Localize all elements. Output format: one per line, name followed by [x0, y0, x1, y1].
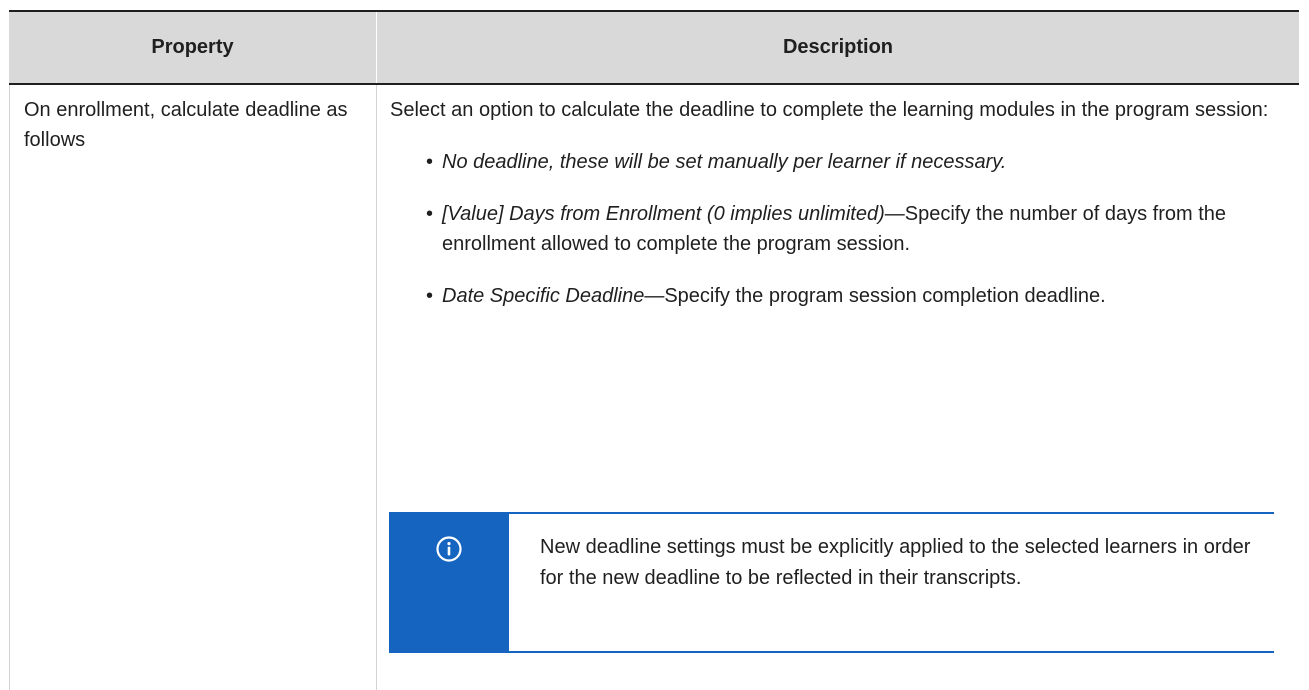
option-term: Date Specific Deadline: [442, 285, 645, 307]
list-item: • [Value] Days from Enrollment (0 implie…: [426, 199, 1280, 259]
column-divider: [376, 85, 377, 690]
info-icon: [436, 536, 462, 562]
options-list: • No deadline, these will be set manuall…: [390, 147, 1280, 311]
header-description: Description: [782, 36, 894, 58]
table-header: Property Description: [9, 10, 1299, 85]
option-term: [Value] Days from Enrollment (0 implies …: [442, 203, 885, 225]
description-cell: Select an option to calculate the deadli…: [390, 95, 1280, 333]
list-item: • Date Specific Deadline—Specify the pro…: [426, 281, 1280, 311]
table-left-border: [9, 85, 10, 690]
note-icon-column: [389, 514, 509, 651]
list-item: • No deadline, these will be set manuall…: [426, 147, 1280, 177]
info-note: New deadline settings must be explicitly…: [389, 512, 1274, 653]
bullet-icon: •: [426, 203, 434, 225]
note-text: New deadline settings must be explicitly…: [540, 536, 1251, 589]
bullet-icon: •: [426, 151, 434, 173]
description-intro: Select an option to calculate the deadli…: [390, 99, 1269, 121]
bullet-icon: •: [426, 285, 434, 307]
option-term: No deadline, these will be set manually …: [442, 151, 1007, 173]
header-property: Property: [151, 36, 234, 58]
option-text: —Specify the program session completion …: [644, 285, 1106, 307]
property-cell: On enrollment, calculate deadline as fol…: [24, 99, 348, 151]
